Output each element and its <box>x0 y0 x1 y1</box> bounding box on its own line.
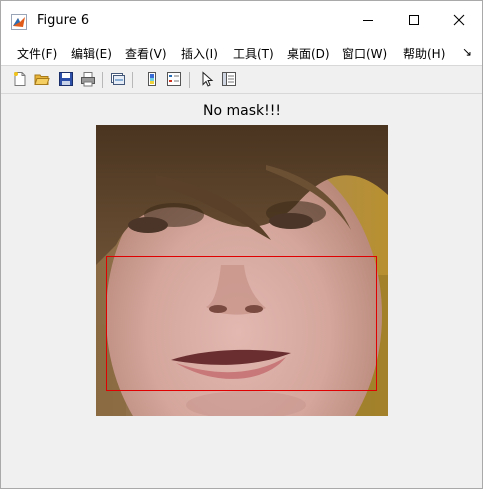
close-button[interactable] <box>436 1 482 39</box>
face-image <box>96 125 388 485</box>
menu-file[interactable]: 文件(F) <box>17 45 57 62</box>
menu-edit[interactable]: 编辑(E) <box>71 45 112 62</box>
open-file-icon[interactable] <box>33 70 51 88</box>
matlab-icon <box>11 14 27 30</box>
colorbar-icon[interactable] <box>143 70 161 88</box>
legend-icon[interactable] <box>165 70 183 88</box>
menu-window[interactable]: 窗口(W) <box>342 45 387 62</box>
toolbar-separator <box>189 72 190 88</box>
menu-help[interactable]: 帮助(H) <box>403 45 445 62</box>
property-editor-icon[interactable] <box>220 70 238 88</box>
title-bar: Figure 6 <box>1 1 482 39</box>
plot-title: No mask!!! <box>203 103 281 119</box>
minimize-icon <box>363 20 373 21</box>
print-icon[interactable] <box>79 70 97 88</box>
menu-tools[interactable]: 工具(T) <box>233 45 274 62</box>
toolbar <box>1 65 482 94</box>
maximize-button[interactable] <box>391 1 437 39</box>
pointer-icon[interactable] <box>198 70 216 88</box>
figure-window: Figure 6 文件(F) 编辑(E) 查看(V) 插入(I) 工具(T) 桌… <box>0 0 483 489</box>
close-icon <box>453 14 465 26</box>
menu-desktop[interactable]: 桌面(D) <box>287 45 330 62</box>
menu-overflow-icon[interactable]: ↘ <box>462 45 472 59</box>
toolbar-separator <box>132 72 133 88</box>
new-figure-icon[interactable] <box>11 70 29 88</box>
link-plot-icon[interactable] <box>109 70 127 88</box>
save-icon[interactable] <box>57 70 75 88</box>
menu-view[interactable]: 查看(V) <box>125 45 167 62</box>
toolbar-separator <box>102 72 103 88</box>
mask-bounding-box <box>106 256 377 391</box>
window-title: Figure 6 <box>37 13 90 28</box>
maximize-icon <box>409 15 419 25</box>
minimize-button[interactable] <box>345 1 391 39</box>
menu-insert[interactable]: 插入(I) <box>181 45 218 62</box>
